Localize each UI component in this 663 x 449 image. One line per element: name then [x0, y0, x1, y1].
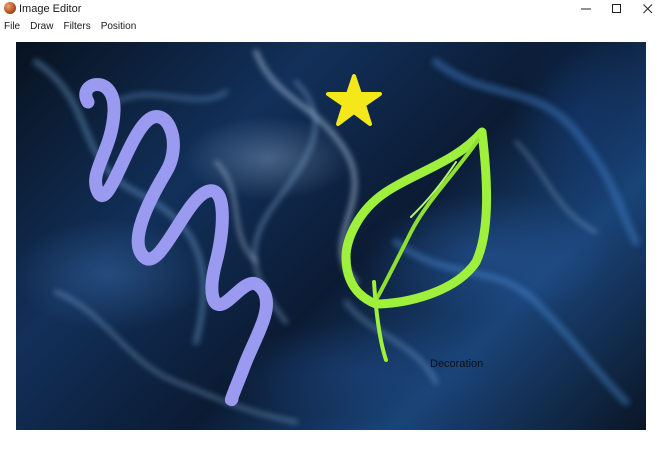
menu-filters[interactable]: Filters [58, 18, 95, 35]
image-canvas[interactable]: Decoration [16, 42, 646, 430]
zigzag-stroke [79, 78, 273, 407]
image-editor-window: Image Editor File Draw Filters Position [0, 0, 663, 449]
menu-position[interactable]: Position [96, 18, 142, 35]
drawing-layer [79, 74, 492, 407]
menu-bar: File Draw Filters Position [0, 18, 663, 35]
close-icon [643, 4, 653, 14]
maximize-button[interactable] [601, 0, 633, 18]
star-shape [326, 74, 382, 126]
minimize-button[interactable] [570, 0, 602, 18]
menu-draw[interactable]: Draw [25, 18, 58, 35]
leaf-stroke [341, 127, 492, 362]
app-icon [4, 2, 16, 14]
maximize-icon [612, 4, 621, 13]
menu-file[interactable]: File [0, 18, 25, 35]
close-button[interactable] [632, 0, 663, 18]
decoration-text: Decoration [430, 358, 484, 370]
window-title: Image Editor [19, 3, 82, 15]
title-bar: Image Editor [0, 0, 663, 18]
minimize-icon [581, 8, 591, 10]
